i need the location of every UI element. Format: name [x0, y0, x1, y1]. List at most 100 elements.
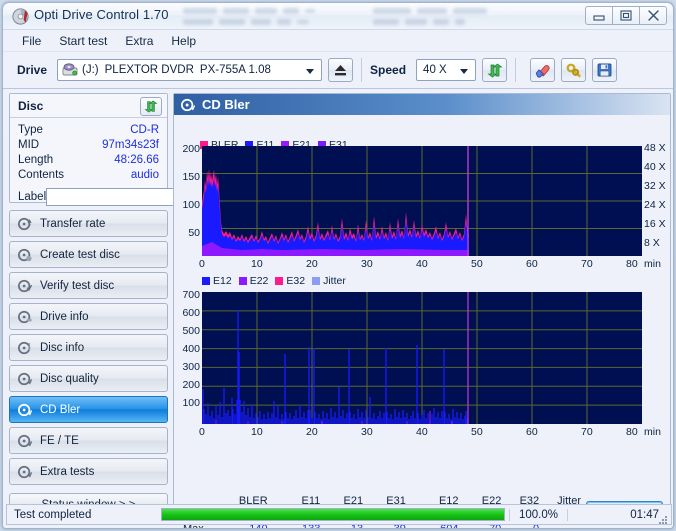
- sidebar-label: Disc info: [40, 341, 85, 354]
- e12-legend: E12 E22 E32 Jitter: [202, 275, 353, 287]
- menu-item-extra[interactable]: Extra: [116, 32, 162, 50]
- disc-row-mid: MID 97m34s23f: [18, 138, 159, 153]
- progress-percent: 100.0%: [509, 508, 567, 521]
- e12-xaxis-unit: min: [644, 426, 661, 438]
- e12-ytick-600: 600: [182, 307, 200, 319]
- disc-type-value: CD-R: [130, 124, 159, 136]
- e12-xtick-10: 10: [251, 426, 263, 438]
- close-button[interactable]: [639, 6, 667, 25]
- drive-letter: (J:): [82, 64, 99, 76]
- sidebar-label: Extra tests: [40, 465, 95, 478]
- drive-vendor: PLEXTOR DVDR: [104, 64, 194, 76]
- save-button[interactable]: [592, 58, 618, 82]
- sidebar-item-disc-quality[interactable]: Disc quality: [9, 365, 168, 392]
- sidebar-item-extra-tests[interactable]: Extra tests: [9, 458, 168, 485]
- sidebar-item-drive-info[interactable]: Drive info: [9, 303, 168, 330]
- section-title: CD Bler: [202, 97, 250, 112]
- legend-label-e12: E12: [213, 275, 232, 287]
- e12-ytick-500: 500: [182, 325, 200, 337]
- disc-contents-value: audio: [130, 169, 159, 181]
- e12-ytick-400: 400: [182, 343, 200, 355]
- bler-y2tick-32: 32 X: [644, 180, 666, 192]
- bler-xtick-80: 80: [626, 258, 638, 270]
- sidebar-label: CD Bler: [40, 403, 81, 416]
- legend-label-e22: E22: [249, 275, 269, 287]
- nav-list: Transfer rate Create test disc Verify te…: [9, 210, 168, 485]
- title-bar: Opti Drive Control 1.70: [3, 3, 673, 30]
- disc-check-icon: [18, 279, 32, 293]
- status-message: Test completed: [14, 508, 92, 521]
- e12-xtick-40: 40: [416, 426, 428, 438]
- legend-swatch-e22: [238, 277, 247, 285]
- e12-xtick-50: 50: [471, 426, 483, 438]
- menu-item-file[interactable]: File: [13, 32, 50, 50]
- eject-button[interactable]: [328, 58, 354, 82]
- drive-icon: [62, 63, 78, 77]
- speed-value: 40 X: [423, 64, 447, 76]
- disc-info-icon: [18, 341, 32, 355]
- chevron-down-icon: [460, 69, 469, 74]
- sidebar-item-transfer-rate[interactable]: Transfer rate: [9, 210, 168, 237]
- e12-xtick-60: 60: [526, 426, 538, 438]
- disc-speed-icon: [18, 217, 32, 231]
- legend-swatch-jitter: [312, 277, 321, 285]
- disc-type-label: Type: [18, 124, 43, 136]
- disc-quality-icon: [18, 372, 32, 386]
- drive-label: Drive: [17, 63, 48, 77]
- e12-xtick-70: 70: [581, 426, 593, 438]
- drive-model: PX-755A 1.08: [199, 64, 271, 76]
- window-controls: [585, 6, 667, 25]
- e12-xtick-30: 30: [361, 426, 373, 438]
- e12-ytick-300: 300: [182, 361, 200, 373]
- disc-panel-header: Disc: [10, 94, 167, 118]
- progress-fill: [162, 509, 504, 520]
- erase-button[interactable]: [530, 58, 556, 82]
- sidebar-item-verify-test-disc[interactable]: Verify test disc: [9, 272, 168, 299]
- title-ghost-text: [183, 5, 513, 29]
- bler-plot: [202, 146, 642, 256]
- maximize-button[interactable]: [612, 6, 640, 25]
- sidebar-label: Verify test disc: [40, 279, 115, 292]
- disc-length-label: Length: [18, 154, 54, 166]
- disc-fete-icon: [18, 434, 32, 448]
- e12-xtick-80: 80: [626, 426, 638, 438]
- sidebar-item-cd-bler[interactable]: CD Bler: [9, 396, 168, 423]
- menu-item-start-test[interactable]: Start test: [50, 32, 116, 50]
- e12-ytick-700: 700: [182, 289, 200, 301]
- toolbar-divider-2: [515, 58, 517, 82]
- speed-selector[interactable]: 40 X: [416, 59, 477, 81]
- disc-row-contents: Contents audio: [18, 168, 159, 183]
- e12-xtick-20: 20: [306, 426, 318, 438]
- legend-swatch-e12: [202, 277, 210, 285]
- resize-grip-icon[interactable]: [658, 512, 668, 524]
- disc-bler-icon: [181, 98, 195, 112]
- sidebar-item-create-test-disc[interactable]: Create test disc: [9, 241, 168, 268]
- disc-burn-icon: [18, 248, 32, 262]
- disc-length-value: 48:26.66: [114, 154, 159, 166]
- sidebar-label: Create test disc: [40, 248, 120, 261]
- sidebar-item-disc-info[interactable]: Disc info: [9, 334, 168, 361]
- menu-bar: File Start test Extra Help: [3, 30, 673, 52]
- window-title: Opti Drive Control 1.70: [34, 7, 169, 22]
- progress-bar: [161, 508, 505, 521]
- legend-jitter: Jitter: [312, 275, 346, 287]
- disc-info-rows: Type CD-R MID 97m34s23f Length 48:26.66: [10, 118, 251, 207]
- disc-panel: Disc Type CD-R MID 97m34s23f Length 48:2…: [9, 93, 251, 207]
- main-body: Disc Type CD-R MID 97m34s23f Length 48:2…: [3, 89, 673, 528]
- bler-xtick-40: 40: [416, 258, 428, 270]
- chevron-down-icon: [306, 69, 315, 74]
- refresh-button[interactable]: [482, 58, 508, 82]
- sidebar-label: FE / TE: [40, 434, 79, 447]
- bler-y2tick-24: 24 X: [644, 199, 666, 211]
- menu-item-help[interactable]: Help: [162, 32, 205, 50]
- sidebar-item-fe-te[interactable]: FE / TE: [9, 427, 168, 454]
- toolbar: Drive (J:) PLEXTOR DVDR PX-755A 1.08 Spe…: [3, 52, 673, 89]
- disc-header-label: Disc: [18, 98, 44, 113]
- minimize-button[interactable]: [585, 6, 613, 25]
- bler-ytick-100: 100: [182, 199, 200, 211]
- bler-xtick-10: 10: [251, 258, 263, 270]
- disc-refresh-button[interactable]: [140, 97, 162, 116]
- drive-selector[interactable]: (J:) PLEXTOR DVDR PX-755A 1.08: [57, 59, 323, 81]
- settings-button[interactable]: [561, 58, 587, 82]
- right-panel: CD Bler BLER E11 E21 E31 200 150 100 50: [173, 93, 671, 528]
